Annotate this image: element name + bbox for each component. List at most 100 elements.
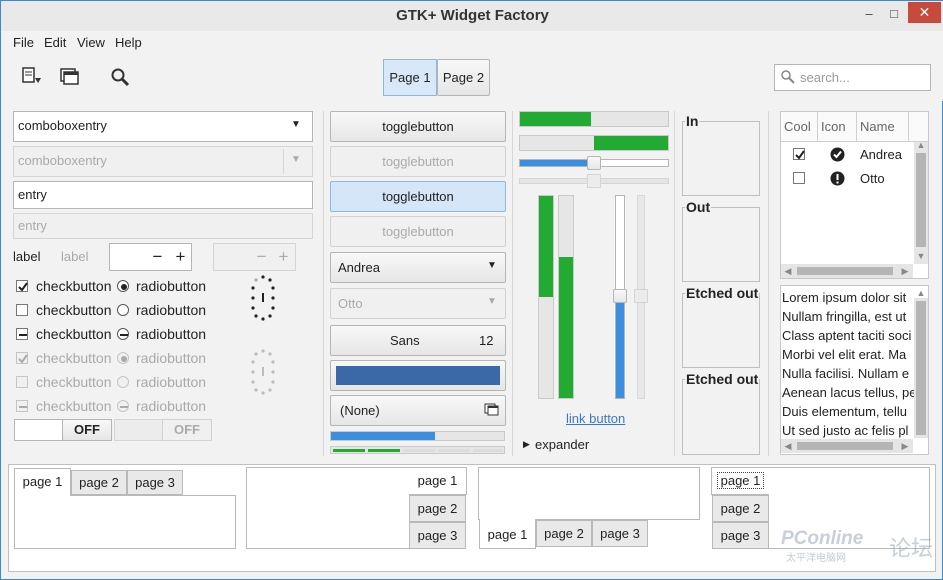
scroll-left-arrow-icon[interactable]: ◀	[783, 266, 793, 277]
switch-off-label[interactable]: OFF	[62, 419, 112, 441]
maximize-button[interactable]: □	[883, 3, 905, 25]
spin-plus-button: +	[278, 247, 289, 266]
scrollbar-thumb[interactable]	[916, 301, 926, 435]
chevron-down-icon: ▼	[291, 154, 301, 165]
tab-page1[interactable]: page 1	[14, 468, 71, 496]
text-line: Duis elementum, tellu	[782, 404, 907, 419]
entry-2: entry	[13, 213, 313, 239]
copy-windows-icon[interactable]	[59, 66, 81, 88]
frame-label: In	[685, 113, 700, 129]
label-disabled: label	[61, 249, 89, 264]
file-chooser-button[interactable]: (None)	[330, 395, 506, 426]
text-view[interactable]: Lorem ipsum dolor sit Nullam fringilla, …	[780, 285, 929, 455]
combobox-otto: Otto	[330, 288, 506, 319]
switch-off-disabled-label: OFF	[162, 419, 212, 441]
scroll-up-arrow-icon[interactable]: ▲	[914, 140, 928, 150]
menu-view[interactable]: View	[77, 35, 105, 50]
column-header[interactable]	[909, 112, 928, 142]
tab-page1[interactable]: page 1	[409, 467, 467, 495]
column-header-icon[interactable]: Icon	[818, 112, 857, 142]
color-swatch	[336, 366, 500, 385]
togglebutton-1[interactable]: togglebutton	[330, 111, 506, 142]
minimize-button[interactable]: –	[858, 3, 880, 25]
separator	[674, 111, 675, 456]
scale-slider-disabled	[587, 174, 601, 188]
tab-page3[interactable]: page 3	[592, 520, 648, 547]
scale-slider[interactable]	[587, 156, 601, 170]
progressbar-fill	[594, 136, 668, 150]
chevron-down-icon[interactable]: ▼	[291, 119, 301, 130]
tab-page3[interactable]: page 3	[409, 522, 466, 549]
magnifier-icon[interactable]	[109, 66, 131, 88]
scroll-up-arrow-icon[interactable]: ▲	[914, 288, 928, 298]
spinner-inactive	[249, 347, 277, 397]
checkbutton-label: checkbutton	[36, 278, 112, 294]
progressbar-fill	[520, 112, 592, 126]
scrollbar-thumb[interactable]	[797, 267, 893, 275]
comboboxentry-1[interactable]: comboboxentry	[13, 111, 313, 142]
text-line: Aenean lacus tellus, pe	[782, 385, 914, 400]
checkbox-unchecked-disabled	[16, 376, 28, 388]
entry-1[interactable]: entry	[13, 181, 313, 209]
tree-row-checkbox-checked[interactable]	[793, 148, 805, 160]
column-header-cool[interactable]: Cool	[781, 112, 818, 142]
menu-file[interactable]: File	[13, 35, 34, 50]
tab-page3[interactable]: page 3	[127, 470, 183, 495]
spin-plus-button[interactable]: +	[170, 243, 191, 271]
radio-selected[interactable]	[117, 280, 129, 292]
stack-page2-button[interactable]: Page 2	[437, 59, 490, 96]
chevron-down-icon[interactable]: ▼	[487, 260, 497, 271]
window-title: GTK+ Widget Factory	[396, 7, 549, 24]
close-button[interactable]: ✕	[908, 2, 941, 23]
expander-arrow-icon[interactable]: ▶	[523, 439, 530, 450]
notebook-2-page	[246, 467, 410, 549]
tab-page2[interactable]: page 2	[712, 495, 769, 522]
togglebutton-3[interactable]: togglebutton	[330, 181, 506, 212]
togglebutton-4: togglebutton	[330, 216, 506, 247]
tree-row-checkbox-unchecked[interactable]	[793, 172, 805, 184]
separator	[323, 111, 324, 456]
document-open-icon[interactable]	[21, 66, 43, 88]
notebook-3-page	[478, 467, 700, 520]
scroll-left-arrow-icon[interactable]: ◀	[783, 441, 793, 452]
tab-page2[interactable]: page 2	[409, 495, 466, 522]
tree-view[interactable]: Cool Icon Name	[780, 111, 929, 279]
checkbox-inconsistent[interactable]	[16, 328, 28, 340]
font-name: Sans	[390, 333, 420, 348]
text-line: Ut sed justo ac felis pl	[782, 423, 909, 438]
tab-page1[interactable]: page 1	[711, 467, 769, 495]
column-header-name[interactable]: Name	[857, 112, 909, 142]
checkbox-unchecked[interactable]	[16, 304, 28, 316]
radio-unselected[interactable]	[117, 304, 129, 316]
scroll-right-arrow-icon[interactable]: ▶	[900, 266, 910, 277]
scale-slider[interactable]	[613, 289, 627, 303]
checkbutton-label: checkbutton	[36, 302, 112, 318]
exclamation-circle-icon	[830, 171, 845, 186]
spin-minus-button[interactable]: −	[147, 243, 168, 271]
scale-fill	[520, 160, 594, 166]
combobox-andrea[interactable]: Andrea	[330, 252, 506, 283]
stack-page1-button[interactable]: Page 1	[383, 59, 437, 96]
radio-inconsistent[interactable]	[117, 328, 129, 340]
expander-label[interactable]: expander	[535, 437, 589, 452]
levelbar	[330, 446, 505, 454]
scroll-right-arrow-icon[interactable]: ▶	[900, 441, 910, 452]
togglebutton-2: togglebutton	[330, 146, 506, 177]
tab-page1[interactable]: page 1	[479, 519, 536, 549]
menu-help[interactable]: Help	[115, 35, 142, 50]
radiobutton-label: radiobutton	[136, 398, 207, 414]
scroll-down-arrow-icon[interactable]: ▼	[914, 251, 928, 261]
search-entry[interactable]	[774, 64, 931, 91]
menu-edit[interactable]: Edit	[44, 35, 66, 50]
tab-page2[interactable]: page 2	[71, 470, 127, 495]
checkbox-checked[interactable]	[16, 280, 28, 292]
tab-page2[interactable]: page 2	[536, 520, 592, 547]
radio-selected-disabled	[117, 352, 129, 364]
link-button[interactable]: link button	[566, 411, 625, 426]
scrollbar-thumb[interactable]	[797, 442, 893, 450]
tab-page3[interactable]: page 3	[712, 522, 769, 549]
scrollbar-thumb[interactable]	[916, 153, 926, 247]
progressbar-vertical-inverted	[558, 195, 574, 399]
watermark-logo: PConline	[781, 528, 864, 549]
progressbar	[330, 431, 505, 441]
